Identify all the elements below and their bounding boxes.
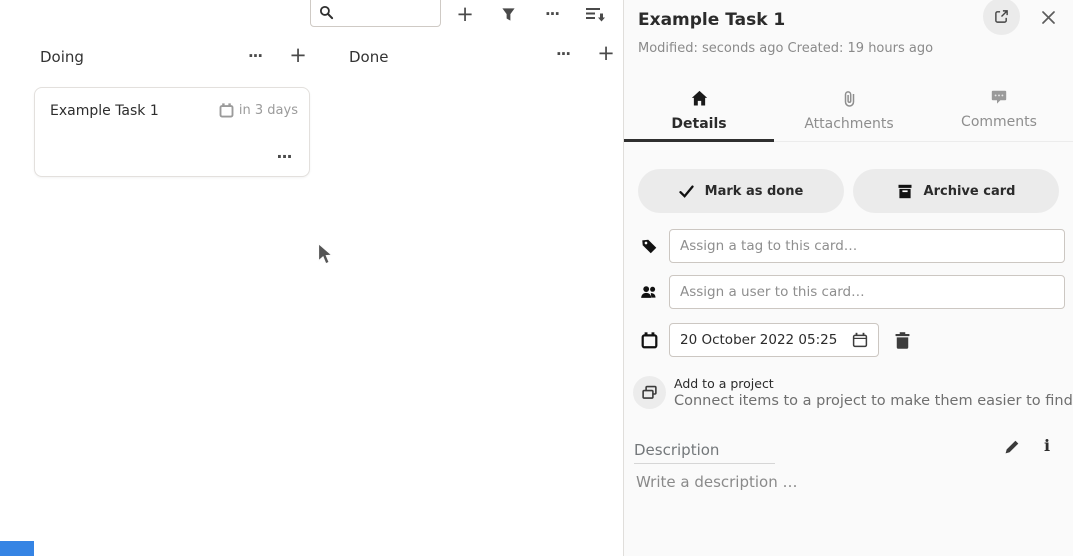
add-to-project-button[interactable] [633, 376, 666, 409]
tab-attachments-label: Attachments [804, 116, 893, 132]
archive-icon [897, 184, 913, 199]
card-title: Example Task 1 [50, 103, 159, 119]
assign-tag-input[interactable] [669, 229, 1065, 263]
task-card[interactable]: Example Task 1 in 3 days ··· [34, 87, 310, 177]
column-title-doing: Doing [40, 48, 84, 66]
tab-bar: Details Attachments Comments [624, 84, 1073, 142]
users-icon [638, 283, 660, 301]
column-done-menu-button[interactable]: ··· [552, 44, 574, 64]
trash-icon [895, 332, 910, 349]
ellipsis-icon: ··· [545, 7, 559, 22]
project-windows-icon [641, 384, 658, 401]
pencil-icon [1004, 439, 1020, 455]
search-box[interactable] [310, 0, 441, 27]
calendar-picker-icon[interactable] [852, 332, 868, 348]
card-detail-panel: Example Task 1 Modified: seconds ago Cre… [623, 0, 1073, 556]
tab-comments[interactable]: Comments [924, 84, 1073, 141]
check-icon [679, 185, 694, 198]
close-icon [1042, 11, 1055, 24]
board-menu-button[interactable]: ··· [541, 3, 563, 25]
column-doing-menu-button[interactable]: ··· [244, 46, 266, 66]
tab-attachments[interactable]: Attachments [774, 84, 924, 141]
calendar-icon [219, 103, 234, 118]
panel-title: Example Task 1 [638, 10, 785, 30]
mark-as-done-button[interactable]: Mark as done [638, 169, 844, 213]
add-card-button[interactable]: + [454, 2, 476, 26]
ellipsis-icon: ··· [556, 47, 570, 62]
kanban-app: + ··· Doing ··· + Done [0, 0, 1073, 556]
ellipsis-icon: ··· [276, 149, 291, 165]
assign-user-input[interactable] [669, 275, 1065, 309]
card-menu-button[interactable]: ··· [273, 148, 295, 166]
edit-description-button[interactable] [1003, 438, 1021, 456]
column-doing-add-button[interactable]: + [287, 43, 309, 67]
mark-as-done-label: Mark as done [705, 184, 804, 199]
description-info-button[interactable]: i [1044, 436, 1050, 455]
sort-button[interactable] [584, 4, 606, 24]
mouse-cursor [317, 242, 334, 268]
home-icon [691, 90, 708, 107]
panel-meta: Modified: seconds ago Created: 19 hours … [638, 41, 933, 56]
due-date-value: 20 October 2022 05:25 [680, 332, 852, 348]
close-panel-button[interactable] [1040, 9, 1056, 25]
search-input[interactable] [339, 3, 435, 23]
board-area: + ··· Doing ··· + Done [0, 0, 623, 556]
popout-button[interactable] [983, 0, 1020, 35]
add-to-project-subtitle: Connect items to a project to make them … [674, 393, 1073, 409]
due-date-field[interactable]: 20 October 2022 05:25 [669, 323, 879, 357]
comment-icon [991, 90, 1007, 105]
selection-rectangle [0, 541, 34, 556]
description-label: Description [634, 441, 719, 459]
plus-icon: + [597, 43, 615, 64]
tab-details[interactable]: Details [624, 84, 774, 141]
popout-icon [994, 9, 1009, 24]
add-to-project-title: Add to a project [674, 376, 774, 391]
filter-icon [501, 7, 516, 22]
sort-list-icon [585, 6, 605, 23]
tab-details-label: Details [671, 116, 726, 132]
tab-comments-label: Comments [961, 114, 1037, 130]
column-title-done: Done [349, 48, 388, 66]
filter-button[interactable] [499, 5, 517, 23]
archive-card-label: Archive card [924, 184, 1016, 199]
search-icon [319, 5, 334, 20]
tag-icon [639, 236, 659, 256]
remove-due-date-button[interactable] [892, 330, 912, 350]
plus-icon: + [456, 4, 474, 25]
card-due-date: in 3 days [219, 103, 298, 118]
column-done-add-button[interactable]: + [595, 41, 617, 65]
calendar-icon [639, 330, 659, 350]
card-due-label: in 3 days [239, 103, 298, 118]
ellipsis-icon: ··· [248, 49, 262, 64]
description-placeholder[interactable]: Write a description … [636, 473, 798, 491]
description-divider [634, 463, 775, 464]
archive-card-button[interactable]: Archive card [853, 169, 1059, 213]
plus-icon: + [289, 45, 307, 66]
paperclip-icon [842, 90, 857, 107]
